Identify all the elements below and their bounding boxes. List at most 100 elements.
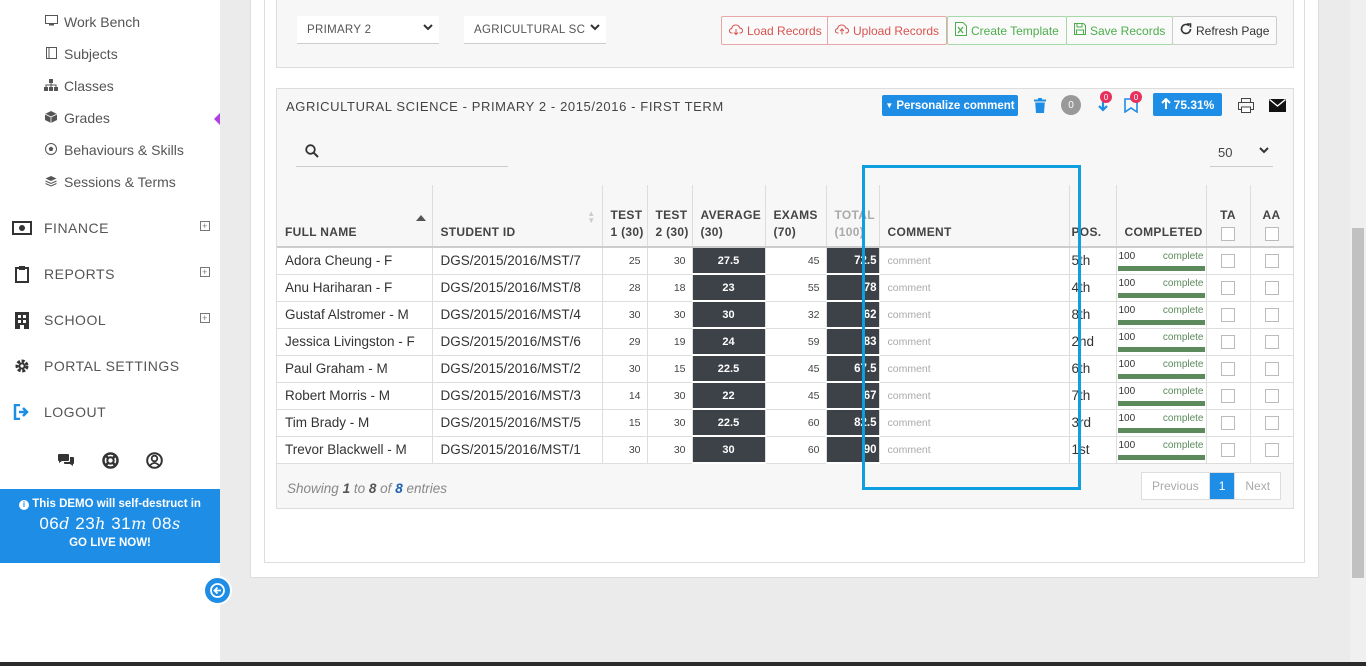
search-box[interactable] (296, 139, 508, 167)
aa-checkbox[interactable] (1264, 415, 1279, 430)
expand-icon[interactable]: + (200, 313, 210, 323)
average-cell: 22.5 (692, 409, 766, 437)
comment-input[interactable]: comment (879, 436, 1070, 464)
page-1-button[interactable]: 1 (1209, 473, 1235, 499)
ta-checkbox[interactable] (1221, 442, 1235, 457)
test2-cell[interactable]: 30 (647, 301, 693, 329)
sidebar-item-work-bench[interactable]: Work Bench (44, 12, 140, 32)
aa-checkbox[interactable] (1264, 442, 1279, 457)
sidebar-item-finance[interactable]: FINANCE + (12, 217, 212, 239)
sidebar-item-grades[interactable]: Grades (44, 108, 110, 128)
personalize-comment-button[interactable]: ▼ Personalize comment (882, 95, 1018, 116)
save-records-button[interactable]: Save Records (1066, 16, 1174, 45)
arrow-up-icon (1160, 97, 1171, 112)
user-circle-icon[interactable] (144, 450, 164, 470)
load-records-button[interactable]: Load Records (721, 16, 830, 45)
comment-input[interactable]: comment (879, 301, 1070, 329)
upload-records-button[interactable]: Upload Records (827, 16, 948, 45)
ta-checkbox[interactable] (1221, 388, 1235, 403)
test2-cell[interactable]: 15 (647, 355, 693, 383)
refresh-page-button[interactable]: Refresh Page (1172, 16, 1278, 45)
test1-cell[interactable]: 14 (602, 382, 648, 410)
sidebar-item-school[interactable]: SCHOOL + (12, 309, 212, 331)
test1-cell[interactable]: 25 (602, 247, 648, 275)
test1-cell[interactable]: 15 (602, 409, 648, 437)
exams-cell[interactable]: 45 (765, 247, 827, 275)
trash-icon[interactable] (1033, 96, 1047, 114)
full-name-cell: Gustaf Alstromer - M (277, 301, 433, 329)
collapse-sidebar-button[interactable] (203, 576, 232, 605)
exams-cell[interactable]: 32 (765, 301, 827, 329)
exams-cell[interactable]: 45 (765, 382, 827, 410)
scrollbar-thumb[interactable] (1352, 228, 1364, 578)
exams-cell[interactable]: 45 (765, 355, 827, 383)
refresh-icon (1180, 23, 1192, 38)
ta-checkbox[interactable] (1221, 361, 1235, 376)
test1-cell[interactable]: 30 (602, 301, 648, 329)
comment-input[interactable]: comment (879, 274, 1070, 302)
test1-cell[interactable]: 29 (602, 328, 648, 356)
test2-cell[interactable]: 19 (647, 328, 693, 356)
exams-cell[interactable]: 60 (765, 409, 827, 437)
test2-cell[interactable]: 30 (647, 382, 693, 410)
test2-cell[interactable]: 18 (647, 274, 693, 302)
exams-cell[interactable]: 60 (765, 436, 827, 464)
sidebar-item-portal-settings[interactable]: PORTAL SETTINGS (12, 355, 212, 377)
arrow-left-icon (210, 583, 225, 598)
book-icon (44, 46, 58, 62)
previous-page-button[interactable]: Previous (1142, 473, 1210, 499)
ta-checkbox[interactable] (1221, 253, 1235, 268)
print-icon[interactable] (1237, 96, 1254, 114)
demo-countdown-banner[interactable]: i This DEMO will self-destruct in 06d 23… (0, 489, 220, 563)
ta-checkbox[interactable] (1221, 307, 1235, 322)
aa-checkbox[interactable] (1264, 280, 1279, 295)
lifebuoy-icon[interactable] (100, 450, 120, 470)
comment-input[interactable]: comment (879, 382, 1070, 410)
exams-cell[interactable]: 59 (765, 328, 827, 356)
sidebar-item-classes[interactable]: Classes (44, 76, 114, 96)
comment-input[interactable]: comment (879, 328, 1070, 356)
page-size-select[interactable]: 50 (1210, 139, 1273, 167)
comment-input[interactable]: comment (879, 247, 1070, 275)
completion-percent-button[interactable]: 75.31% (1153, 93, 1222, 116)
go-live-link[interactable]: GO LIVE NOW! (0, 537, 220, 549)
create-template-button[interactable]: Create Template (947, 16, 1067, 45)
test2-cell[interactable]: 30 (647, 409, 693, 437)
select-all-ta-checkbox[interactable] (1221, 227, 1235, 241)
ta-checkbox[interactable] (1221, 415, 1235, 430)
zero-count-badge[interactable]: 0 (1061, 95, 1081, 115)
ta-checkbox[interactable] (1221, 334, 1235, 349)
aa-checkbox[interactable] (1264, 307, 1279, 322)
test1-cell[interactable]: 30 (602, 436, 648, 464)
subject-select[interactable]: AGRICULTURAL SC (464, 16, 606, 44)
expand-icon[interactable]: + (200, 267, 210, 277)
sidebar-item-behaviours-skills[interactable]: Behaviours & Skills (44, 140, 184, 160)
test1-cell[interactable]: 28 (602, 274, 648, 302)
next-page-button[interactable]: Next (1234, 473, 1280, 499)
sidebar-item-subjects[interactable]: Subjects (44, 44, 118, 64)
chat-icon[interactable] (56, 450, 76, 470)
aa-checkbox[interactable] (1264, 361, 1279, 376)
aa-checkbox[interactable] (1264, 388, 1279, 403)
test1-cell[interactable]: 30 (602, 355, 648, 383)
search-input[interactable] (326, 143, 501, 163)
sort-asc-icon (415, 215, 426, 221)
class-select[interactable]: PRIMARY 2 (297, 16, 439, 44)
select-all-aa-checkbox[interactable] (1264, 227, 1279, 241)
average-cell: 27.5 (692, 247, 766, 275)
ta-checkbox[interactable] (1221, 280, 1235, 295)
sidebar-item-sessions-terms[interactable]: Sessions & Terms (44, 172, 176, 192)
test2-cell[interactable]: 30 (647, 247, 693, 275)
aa-checkbox[interactable] (1264, 334, 1279, 349)
email-icon[interactable] (1268, 96, 1286, 114)
aa-checkbox[interactable] (1264, 253, 1279, 268)
exams-cell[interactable]: 55 (765, 274, 827, 302)
comment-input[interactable]: comment (879, 409, 1070, 437)
test2-cell[interactable]: 30 (647, 436, 693, 464)
col-header-student-id[interactable]: STUDENT ID ▲ ▼ (432, 185, 603, 248)
sidebar-item-reports[interactable]: REPORTS + (12, 263, 212, 285)
col-header-full-name[interactable]: FULL NAME (277, 185, 433, 248)
comment-input[interactable]: comment (879, 355, 1070, 383)
sidebar-item-logout[interactable]: LOGOUT (12, 401, 212, 423)
expand-icon[interactable]: + (200, 221, 210, 231)
